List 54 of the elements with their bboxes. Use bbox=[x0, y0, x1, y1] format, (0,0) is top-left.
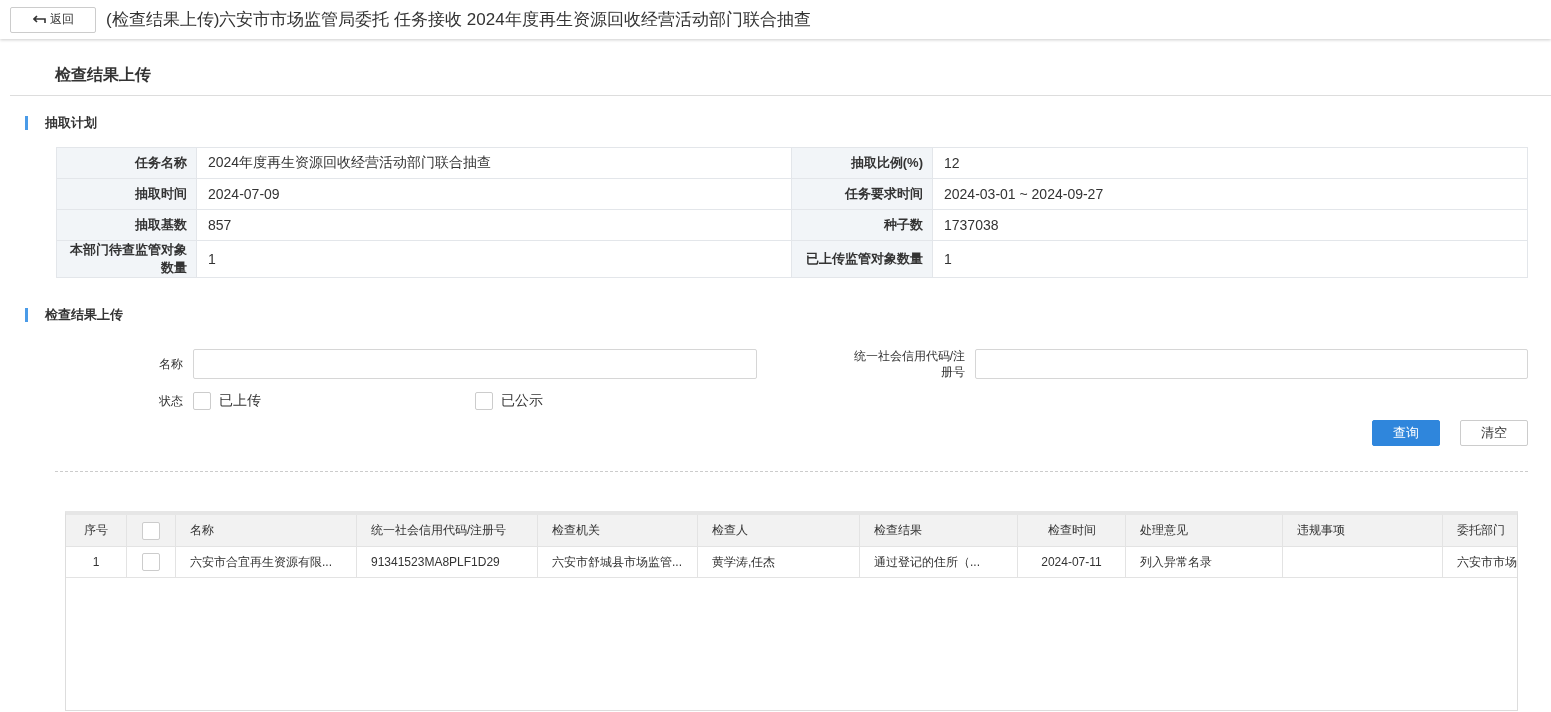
field-value: 2024年度再生资源回收经营活动部门联合抽查 bbox=[197, 148, 792, 179]
column-header: 委托部门 bbox=[1443, 515, 1517, 546]
field-value: 857 bbox=[197, 210, 792, 241]
field-label: 名称 bbox=[159, 356, 183, 372]
field-value: 1737038 bbox=[933, 210, 1528, 241]
return-arrow-icon bbox=[32, 15, 46, 24]
page-title: 检查结果上传 bbox=[10, 65, 1551, 96]
input-field[interactable] bbox=[975, 349, 1528, 379]
checkbox[interactable] bbox=[193, 392, 211, 410]
table-cell: 通过登记的住所（... bbox=[860, 547, 1018, 577]
column-header: 检查机关 bbox=[538, 515, 698, 546]
column-header: 序号 bbox=[66, 515, 127, 546]
back-button[interactable]: 返回 bbox=[10, 6, 96, 33]
checkbox-label: 已公示 bbox=[501, 392, 543, 410]
field-value: 1 bbox=[933, 241, 1528, 278]
table-cell: 列入异常名录 bbox=[1126, 547, 1283, 577]
field-value: 2024-03-01 ~ 2024-09-27 bbox=[933, 179, 1528, 210]
column-header: 名称 bbox=[176, 515, 357, 546]
column-header: 检查结果 bbox=[860, 515, 1018, 546]
table-cell: 六安市市场 bbox=[1443, 547, 1517, 577]
checkbox-label: 已上传 bbox=[219, 392, 261, 410]
table-cell: 1 bbox=[66, 547, 127, 577]
checkbox[interactable] bbox=[142, 553, 160, 571]
table-cell: 91341523MA8PLF1D29 bbox=[357, 547, 538, 577]
clear-button[interactable]: 清空 bbox=[1460, 420, 1528, 446]
section-heading: 抽取计划 bbox=[25, 116, 1551, 130]
table-cell: 2024-07-11 bbox=[1018, 547, 1126, 577]
field-label: 统一社会信用代码/注册号 bbox=[852, 348, 965, 380]
checkbox[interactable] bbox=[475, 392, 493, 410]
table-cell: 黄学涛,任杰 bbox=[698, 547, 860, 577]
field-label: 种子数 bbox=[792, 210, 933, 241]
column-header: 违规事项 bbox=[1283, 515, 1443, 546]
field-label: 已上传监管对象数量 bbox=[792, 241, 933, 278]
field-value: 1 bbox=[197, 241, 792, 278]
page-header-title: (检查结果上传)六安市市场监管局委托 任务接收 2024年度再生资源回收经营活动部门联合抽查 bbox=[106, 9, 811, 31]
table-cell: 六安市合宜再生资源有限... bbox=[176, 547, 357, 577]
field-value: 12 bbox=[933, 148, 1528, 179]
section-heading: 检查结果上传 bbox=[25, 308, 1551, 322]
column-header: 检查人 bbox=[698, 515, 860, 546]
checkbox[interactable] bbox=[142, 521, 160, 540]
field-value: 2024-07-09 bbox=[197, 179, 792, 210]
column-header: 统一社会信用代码/注册号 bbox=[357, 515, 538, 546]
table-cell: 六安市舒城县市场监管... bbox=[538, 547, 698, 577]
field-label: 抽取时间 bbox=[57, 179, 197, 210]
field-label: 状态 bbox=[159, 393, 183, 409]
field-label: 抽取基数 bbox=[57, 210, 197, 241]
column-header: 处理意见 bbox=[1126, 515, 1283, 546]
search-button[interactable]: 查询 bbox=[1372, 420, 1440, 446]
field-label: 任务名称 bbox=[57, 148, 197, 179]
column-header: 检查时间 bbox=[1018, 515, 1126, 546]
field-label: 抽取比例(%) bbox=[792, 148, 933, 179]
input-field[interactable] bbox=[193, 349, 757, 379]
field-label: 任务要求时间 bbox=[792, 179, 933, 210]
field-label: 本部门待查监管对象数量 bbox=[57, 241, 197, 278]
